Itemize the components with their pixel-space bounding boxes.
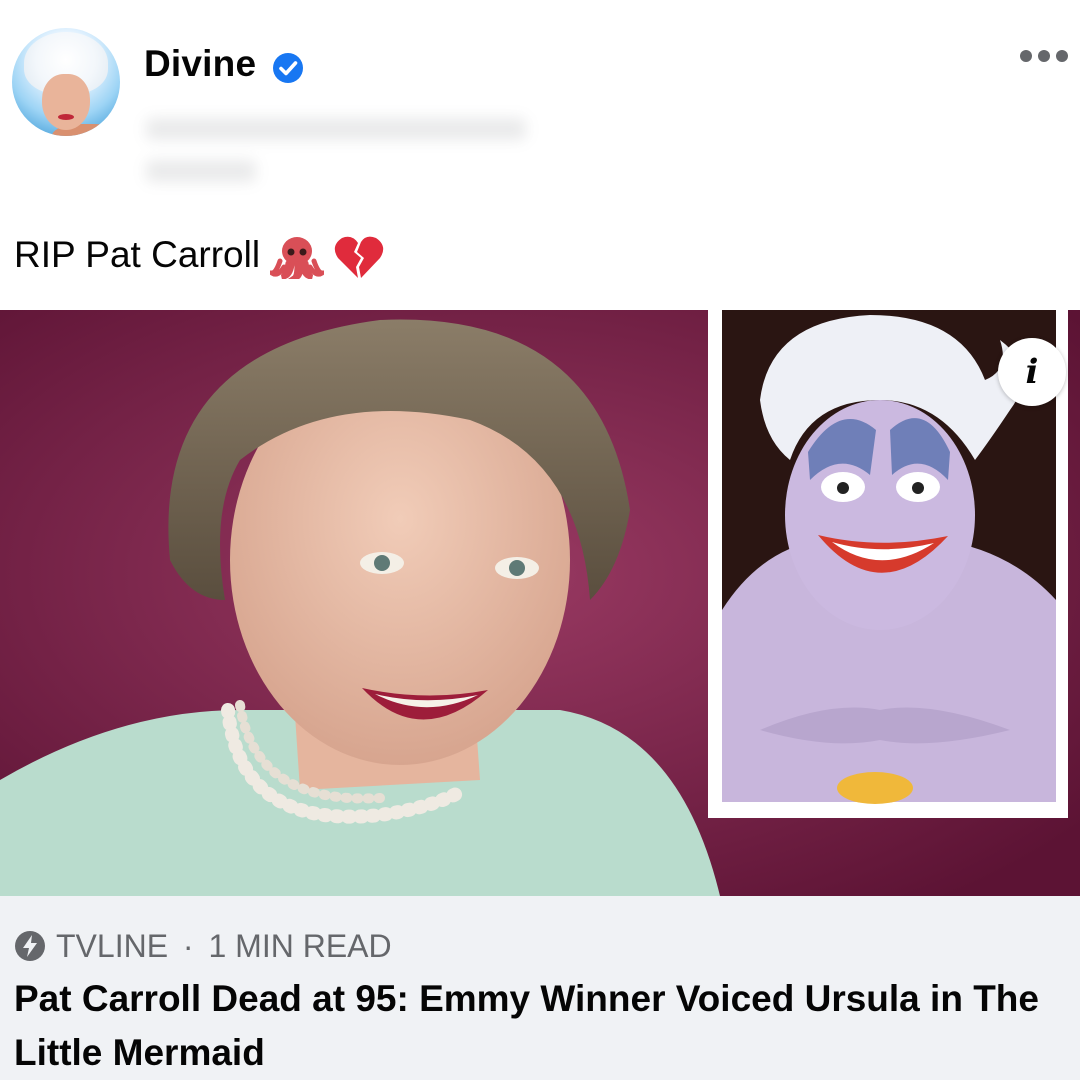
instant-article-bolt-icon (15, 930, 45, 961)
avatar-face (42, 74, 90, 130)
article-headline[interactable]: Pat Carroll Dead at 95: Emmy Winner Voic… (14, 972, 1064, 1080)
article-thumbnail[interactable] (0, 310, 1080, 896)
meta-separator: · (182, 928, 194, 964)
post-message-text: RIP Pat Carroll (14, 234, 261, 275)
info-icon[interactable]: i (998, 338, 1066, 406)
octopus-icon (270, 237, 325, 280)
blurred-post-metadata (146, 108, 536, 198)
verified-badge-icon (273, 53, 303, 83)
more-options-icon[interactable] (1020, 46, 1070, 66)
article-source-row: TVLINE · 1 MIN READ (14, 926, 392, 966)
post-header: Divine (0, 0, 1080, 200)
author-avatar[interactable] (12, 28, 120, 136)
article-source: TVLINE (56, 928, 169, 964)
article-photo-illustration (0, 310, 1080, 896)
broken-heart-icon (334, 236, 384, 279)
author-name[interactable]: Divine (144, 43, 256, 85)
avatar-mouth (58, 114, 74, 120)
read-time: 1 MIN READ (208, 928, 392, 964)
post-message: RIP Pat Carroll (14, 230, 384, 280)
